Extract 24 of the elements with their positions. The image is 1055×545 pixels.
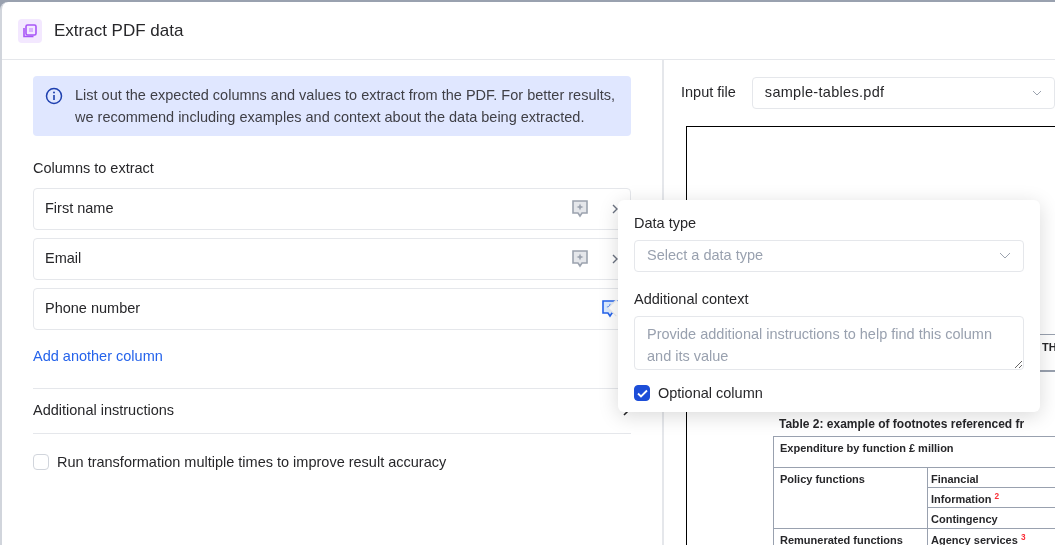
table-cell: Financial — [928, 468, 1055, 488]
field-label: Additional context — [634, 289, 750, 309]
table-heading: Expenditure by function £ million — [774, 437, 1055, 468]
column-row[interactable]: First name — [33, 187, 631, 230]
table-cell: Remunerated functions — [774, 529, 928, 545]
table-cell: Information $^{2}$ — [928, 488, 1055, 508]
table-title: Table 2: example of footnotes referenced fr — [779, 416, 1025, 433]
checkbox-label: Optional column — [658, 383, 763, 403]
field-label: Data type — [634, 214, 698, 233]
table-cell: Policy functions — [774, 468, 928, 528]
context-field[interactable]: Provide additional instructions to help find this column and its value — [634, 315, 1024, 370]
column-name: Email — [45, 248, 83, 268]
info-text: List out the expected columns and values to extract from the PDF. For better results, we recommend including examples and context about the data being extracted. — [75, 86, 616, 127]
additional-instructions-row[interactable]: Additional instructions — [33, 387, 631, 434]
checkbox-label: Run transformation multiple times to improve result accuracy — [57, 452, 447, 472]
column-name: First name — [45, 198, 115, 218]
table-cell-text: Contingency — [930, 512, 999, 527]
section-label: Columns to extract — [33, 159, 155, 178]
file-select[interactable]: sample-tables.pdf — [751, 77, 1055, 109]
row-label: Additional instructions — [33, 400, 175, 420]
dialog-title: Extract PDF data — [54, 19, 184, 42]
field-label: Input file — [681, 83, 736, 103]
column-name: Phone number — [45, 298, 142, 318]
add-column-link[interactable]: Add another column — [33, 345, 163, 368]
